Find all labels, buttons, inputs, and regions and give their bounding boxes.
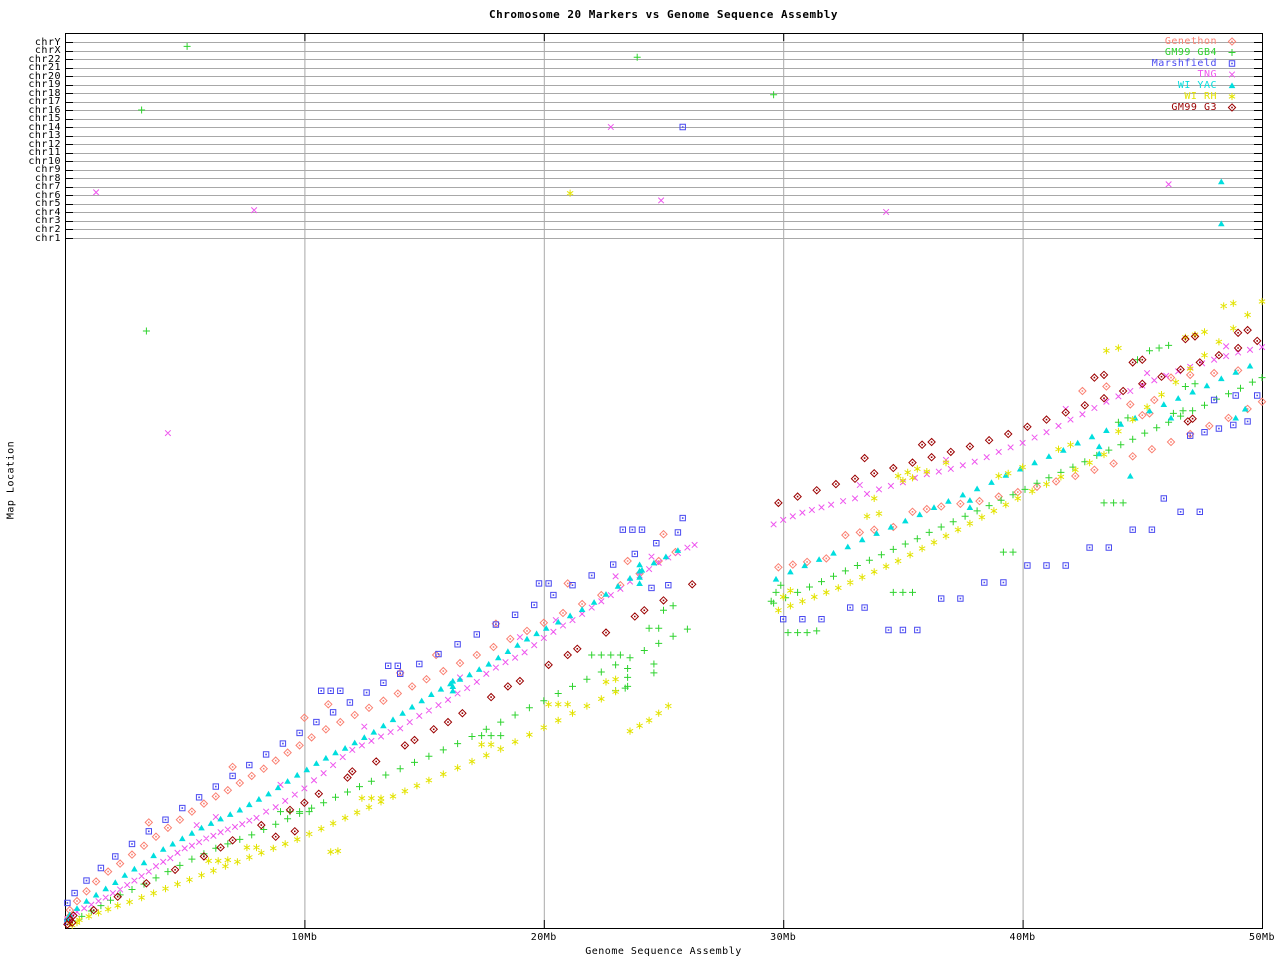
x-tick-label-10Mb: 10Mb <box>274 932 334 943</box>
triangle-filled-marker-icon <box>1224 80 1240 91</box>
legend-entry-label: WI RH <box>1184 91 1217 102</box>
data-points <box>64 179 1253 922</box>
legend-entry-label: GM99 GB4 <box>1165 47 1217 58</box>
square-dot-marker-icon <box>1224 58 1240 69</box>
x-marker-icon <box>1224 69 1240 80</box>
x-axis-title: Genome Sequence Assembly <box>65 946 1262 957</box>
series-marshfield <box>65 124 1260 924</box>
data-points <box>65 124 1260 924</box>
legend-entry-label: WI YAC <box>1178 80 1217 91</box>
legend-entry-gm99-g3: GM99 G3 <box>1152 102 1240 113</box>
data-points <box>65 124 1265 925</box>
marker-glyph <box>1229 72 1235 78</box>
marker-center-dot <box>1231 41 1233 43</box>
data-points <box>69 43 1266 924</box>
plus-marker-icon <box>1224 47 1240 58</box>
marker-center-dot <box>1231 63 1233 65</box>
series-gm99-g3 <box>64 327 1261 929</box>
marker-glyph <box>1229 93 1235 100</box>
chromosome-label-chr1: chr1 <box>0 233 61 244</box>
y-axis-title: Map Location <box>6 441 17 519</box>
data-point-dots <box>67 329 1258 925</box>
series-genethon <box>65 367 1266 921</box>
legend-entry-genethon: Genethon <box>1152 36 1240 47</box>
diamond-dot-marker-icon <box>1224 102 1240 113</box>
data-points <box>65 367 1266 921</box>
legend-entry-wi-rh: WI RH <box>1152 91 1240 102</box>
asterisk-marker-icon <box>1224 91 1240 102</box>
x-tick-label-30Mb: 30Mb <box>753 932 813 943</box>
legend: GenethonGM99 GB4MarshfieldTNGWI YACWI RH… <box>1152 36 1240 113</box>
series-tng <box>65 124 1265 925</box>
data-point-dots <box>67 126 1258 922</box>
plot-svg <box>0 0 1280 960</box>
legend-entry-label: Marshfield <box>1152 58 1217 69</box>
legend-entry-label: Genethon <box>1165 36 1217 47</box>
x-tick-label-50Mb: 50Mb <box>1232 932 1280 943</box>
series-wi-yac <box>64 179 1253 922</box>
marker-glyph <box>1229 49 1236 56</box>
marker-center-dot <box>1231 107 1233 109</box>
series-gm99-gb4 <box>69 43 1266 924</box>
x-tick-label-40Mb: 40Mb <box>993 932 1053 943</box>
legend-entry-marshfield: Marshfield <box>1152 58 1240 69</box>
chart: Chromosome 20 Markers vs Genome Sequence… <box>0 0 1280 960</box>
data-points <box>64 327 1261 929</box>
diamond-dot-marker-icon <box>1224 36 1240 47</box>
legend-entry-tng: TNG <box>1152 69 1240 80</box>
legend-entry-gm99-gb4: GM99 GB4 <box>1152 47 1240 58</box>
plot-border <box>66 34 1263 929</box>
legend-entry-label: GM99 G3 <box>1171 102 1217 113</box>
legend-entry-wi-yac: WI YAC <box>1152 80 1240 91</box>
data-point-dots <box>68 370 1263 919</box>
x-tick-label-20Mb: 20Mb <box>514 932 574 943</box>
legend-entry-label: TNG <box>1197 69 1217 80</box>
marker-glyph <box>1229 82 1236 88</box>
chart-title: Chromosome 20 Markers vs Genome Sequence… <box>65 8 1262 21</box>
